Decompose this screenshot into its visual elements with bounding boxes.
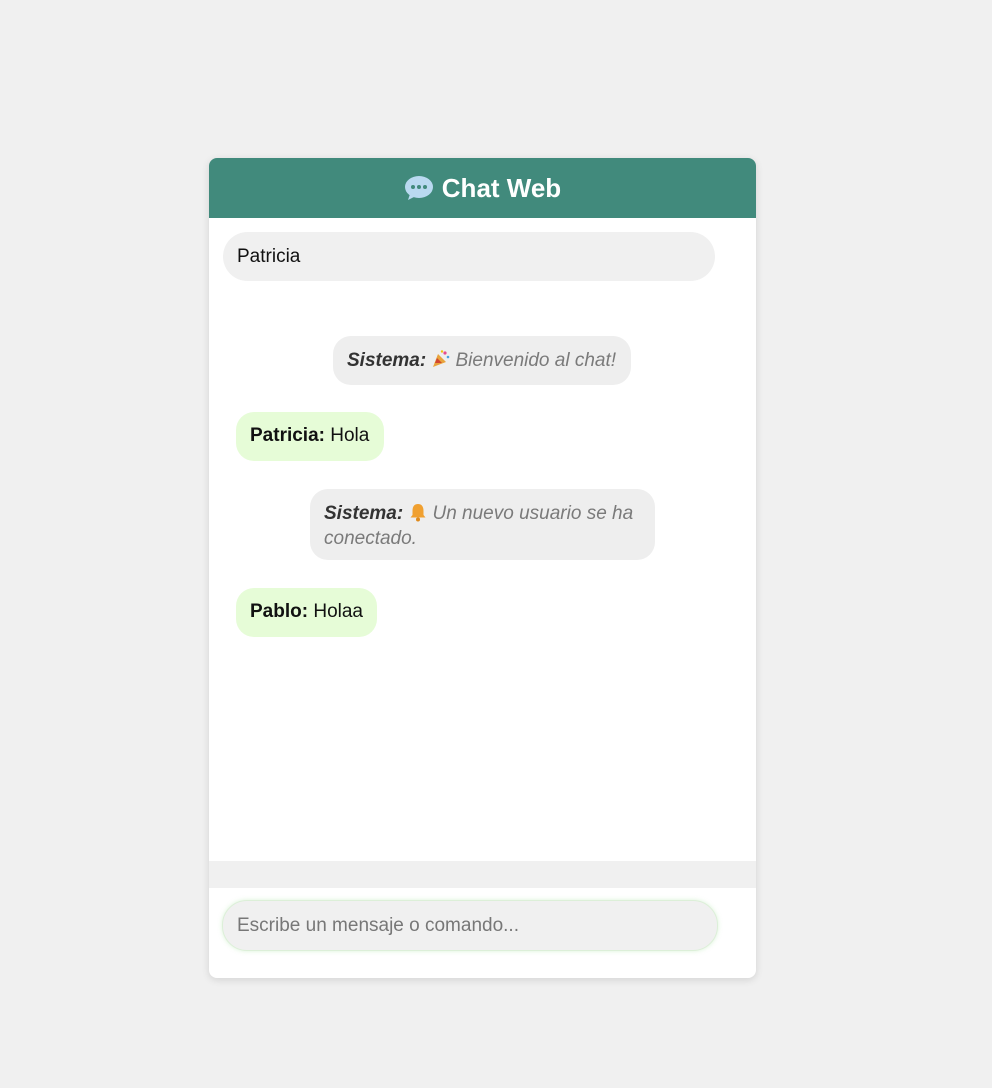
user-message: Pablo: Holaa [236,588,377,637]
composer-divider [209,861,756,888]
chat-window: Chat Web Sistema: Bienvenido al chat! Pa… [209,158,756,978]
chat-header: Chat Web [209,158,756,218]
message-text: Hola [330,425,370,446]
system-message: Sistema: Un nuevo usuario se ha conectad… [310,489,655,560]
chat-title: Chat Web [441,172,562,203]
message-sender: Sistema: [347,350,427,371]
message-list: Sistema: Bienvenido al chat! Patricia: H… [209,298,756,860]
bell-icon [408,502,428,528]
party-popper-icon [431,349,451,375]
message-text: Bienvenido al chat! [455,350,617,371]
message-sender: Sistema: [324,503,404,524]
message-sender: Pablo: [250,601,309,622]
username-field[interactable] [223,232,715,281]
message-input[interactable] [222,900,718,951]
system-message: Sistema: Bienvenido al chat! [333,336,631,385]
speech-bubble-icon [404,175,434,201]
message-text: Holaa [313,601,363,622]
user-message: Patricia: Hola [236,412,384,461]
message-sender: Patricia: [250,425,325,446]
